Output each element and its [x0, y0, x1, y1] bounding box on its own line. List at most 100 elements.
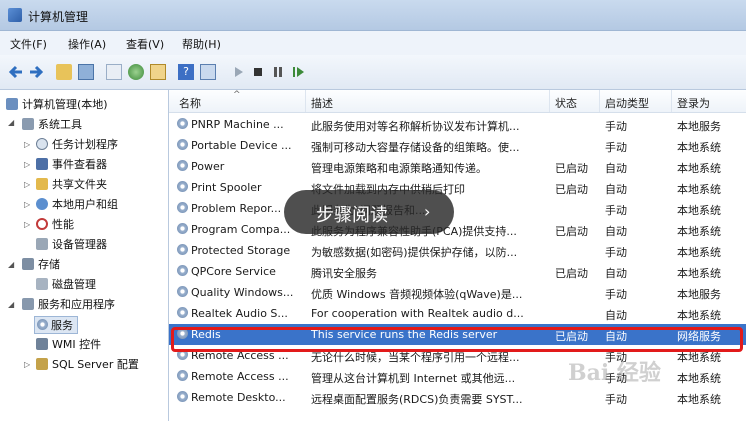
service-log-on-as: 本地系统: [677, 393, 721, 406]
shared-folder-icon: [36, 178, 48, 190]
highlight-box: [171, 327, 743, 352]
service-name-text: Program Compa...: [191, 223, 291, 236]
wmi-icon: [36, 338, 48, 350]
service-name: Protected Storage: [177, 244, 305, 257]
collapse-arrow-icon[interactable]: ▷: [24, 360, 30, 369]
tree-item-services[interactable]: 服务: [34, 316, 78, 334]
service-gear-icon: [177, 202, 188, 213]
service-description: 优质 Windows 音频视频体验(qWave)是...: [311, 288, 523, 301]
pause-icon[interactable]: [270, 64, 286, 80]
service-status: 已启动: [555, 267, 588, 280]
table-row[interactable]: Quality Windows... 优质 Windows 音频视频体验(qWav…: [169, 282, 746, 303]
help-icon[interactable]: ?: [178, 64, 194, 80]
tree-item-device-manager[interactable]: 设备管理器: [36, 236, 107, 252]
export-icon[interactable]: [150, 64, 166, 80]
service-gear-icon: [177, 370, 188, 381]
forward-icon[interactable]: [28, 64, 44, 80]
service-status: 已启动: [555, 225, 588, 238]
tree-item-event-viewer[interactable]: 事件查看器: [36, 156, 107, 172]
users-icon: [36, 198, 48, 210]
table-row[interactable]: Program Compa...此服务为程序兼容性助手(PCA)提供支持...已…: [169, 219, 746, 240]
table-row[interactable]: Remote Deskto... 远程桌面配置服务(RDCS)负责需要 SYST.…: [169, 387, 746, 408]
service-name: Power: [177, 160, 305, 173]
service-startup-type: 手动: [605, 288, 627, 301]
computer-management-icon: [8, 8, 22, 22]
collapse-arrow-icon[interactable]: ▷: [24, 160, 30, 169]
expand-arrow-icon[interactable]: ◢: [8, 260, 14, 269]
collapse-arrow-icon[interactable]: ▷: [24, 140, 30, 149]
service-gear-icon: [177, 391, 188, 402]
performance-icon: [36, 218, 48, 230]
view-icon[interactable]: [200, 64, 216, 80]
service-log-on-as: 本地系统: [677, 309, 721, 322]
service-name: Realtek Audio S...: [177, 307, 305, 320]
column-header-status[interactable]: 状态: [555, 95, 577, 111]
service-name: Program Compa...: [177, 223, 305, 236]
service-log-on-as: 本地系统: [677, 267, 721, 280]
menu-view[interactable]: 查看(V): [126, 36, 164, 52]
service-log-on-as: 本地服务: [677, 120, 721, 133]
table-row[interactable]: Protected Storage 为敏感数据(如密码)提供保护存储，以防... 手…: [169, 240, 746, 261]
refresh-icon[interactable]: [128, 64, 144, 80]
table-row[interactable]: Problem Repor...此服务为"问题报告和...手动本地系统: [169, 198, 746, 219]
column-header-description[interactable]: 描述: [311, 95, 333, 111]
expand-arrow-icon[interactable]: ◢: [8, 300, 14, 309]
title-bar: 计算机管理: [0, 0, 746, 31]
tree-item-local-users[interactable]: 本地用户和组: [36, 196, 118, 212]
service-name: Quality Windows...: [177, 286, 305, 299]
service-name-text: Portable Device ...: [191, 139, 292, 152]
collapse-arrow-icon[interactable]: ▷: [24, 180, 30, 189]
table-row[interactable]: Print Spooler将文件加载到内存中供稍后打印已启动自动本地系统: [169, 177, 746, 198]
tree-item-computer-management[interactable]: 计算机管理(本地): [6, 96, 108, 112]
service-startup-type: 手动: [605, 204, 627, 217]
menu-file[interactable]: 文件(F): [10, 36, 47, 52]
up-icon[interactable]: [56, 64, 72, 80]
service-status: 已启动: [555, 162, 588, 175]
computer-icon: [6, 98, 18, 110]
table-row[interactable]: Power 管理电源策略和电源策略通知传递。 已启动 自动 本地系统: [169, 156, 746, 177]
column-header-name[interactable]: 名称: [179, 95, 201, 111]
storage-icon: [22, 258, 34, 270]
collapse-arrow-icon[interactable]: ▷: [24, 220, 30, 229]
table-row[interactable]: QPCore Service 腾讯安全服务 已启动 自动 本地系统: [169, 261, 746, 282]
service-gear-icon: [177, 286, 188, 297]
device-manager-icon: [36, 238, 48, 250]
tree-item-shared-folders[interactable]: 共享文件夹: [36, 176, 107, 192]
tree-item-services-apps[interactable]: 服务和应用程序: [22, 296, 115, 312]
service-gear-icon: [177, 181, 188, 192]
back-icon[interactable]: [8, 64, 24, 80]
menu-help[interactable]: 帮助(H): [182, 36, 221, 52]
tree-item-wmi[interactable]: WMI 控件: [36, 336, 101, 352]
service-name: Remote Access ...: [177, 370, 305, 383]
tree-item-system-tools[interactable]: 系统工具: [22, 116, 82, 132]
tree-item-storage[interactable]: 存储: [22, 256, 60, 272]
resume-icon[interactable]: [290, 64, 306, 80]
collapse-arrow-icon[interactable]: ▷: [24, 200, 30, 209]
service-startup-type: 自动: [605, 309, 627, 322]
expand-arrow-icon[interactable]: ◢: [8, 118, 14, 127]
tools-icon: [22, 118, 34, 130]
step-read-button[interactable]: 步骤阅读 ›: [284, 190, 454, 234]
column-header-startup-type[interactable]: 启动类型: [605, 95, 649, 111]
disk-icon: [36, 278, 48, 290]
tree-item-task-scheduler[interactable]: 任务计划程序: [36, 136, 118, 152]
tree-item-disk-management[interactable]: 磁盘管理: [36, 276, 96, 292]
show-tree-icon[interactable]: [78, 64, 94, 80]
service-gear-icon: [177, 160, 188, 171]
properties-icon[interactable]: [106, 64, 122, 80]
menu-action[interactable]: 操作(A): [68, 36, 106, 52]
tree-item-performance[interactable]: 性能: [36, 216, 74, 232]
table-row[interactable]: Portable Device ... 强制可移动大容量存储设备的组策略。使...…: [169, 135, 746, 156]
table-row[interactable]: Realtek Audio S... For cooperation with R…: [169, 303, 746, 324]
column-header-log-on-as[interactable]: 登录为: [677, 95, 710, 111]
tree-item-sql-server-config[interactable]: SQL Server 配置: [36, 356, 139, 372]
play-icon[interactable]: [230, 64, 246, 80]
service-name: Portable Device ...: [177, 139, 305, 152]
table-row[interactable]: PNRP Machine ... 此服务使用对等名称解析协议发布计算机... 手动 本…: [169, 114, 746, 135]
service-name-text: PNRP Machine ...: [191, 118, 284, 131]
stop-icon[interactable]: [250, 64, 266, 80]
service-log-on-as: 本地系统: [677, 372, 721, 385]
service-name: Remote Deskto...: [177, 391, 305, 404]
service-gear-icon: [177, 118, 188, 129]
menu-bar: 文件(F) 操作(A) 查看(V) 帮助(H): [0, 31, 746, 55]
